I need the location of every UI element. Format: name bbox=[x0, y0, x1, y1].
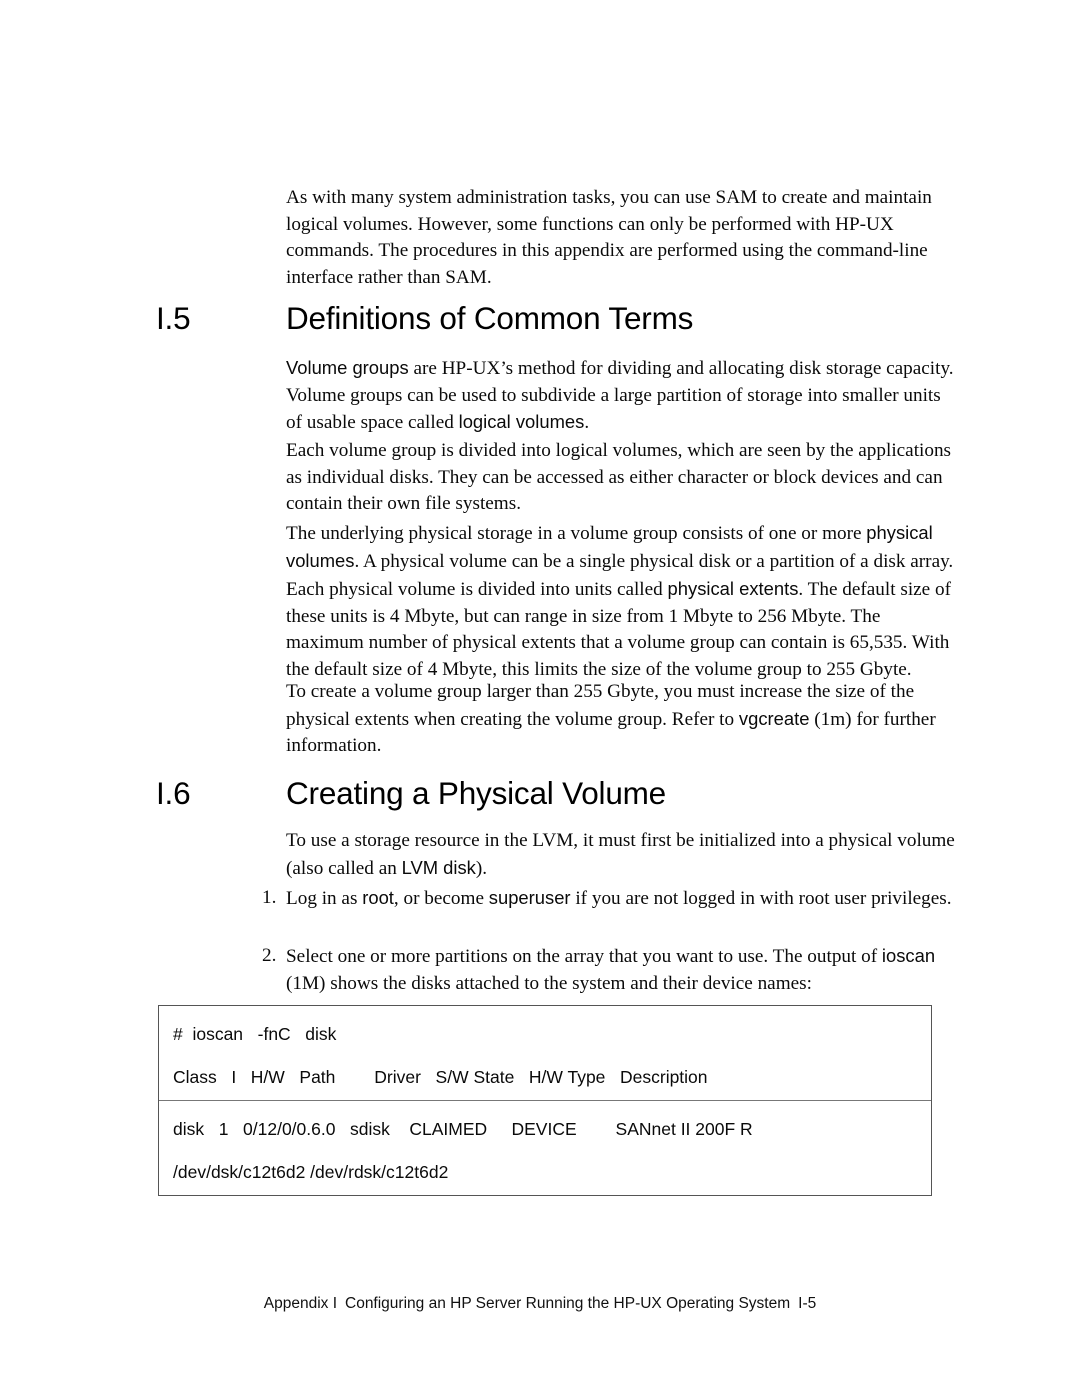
term-root: root bbox=[362, 887, 394, 908]
section-i5-paragraph-5: To create a volume group larger than 255… bbox=[286, 679, 958, 760]
terminal-path-line: /dev/dsk/c12t6d2 /dev/rdsk/c12t6d2 bbox=[173, 1162, 449, 1182]
term-superuser: superuser bbox=[488, 887, 571, 908]
footer-title: Configuring an HP Server Running the HP-… bbox=[345, 1295, 791, 1312]
section-i5-paragraph-4: Each physical volume is divided into uni… bbox=[286, 576, 958, 683]
section-i6-p1-text-2: ). bbox=[475, 857, 488, 879]
heading-section-i6: I.6 Creating a Physical Volume bbox=[156, 775, 956, 812]
command-ioscan: ioscan bbox=[881, 945, 936, 966]
terminal-command-line: # ioscan -fnC disk bbox=[173, 1024, 337, 1044]
heading-title-i5: Definitions of Common Terms bbox=[286, 300, 694, 336]
heading-title-i6: Creating a Physical Volume bbox=[286, 775, 666, 811]
terminal-output-box: # ioscan -fnC disk Class I H/W Path Driv… bbox=[158, 1005, 932, 1196]
list-item: 1. Log in as root, or become superuser i… bbox=[262, 885, 960, 913]
step2-text-2: (1M) shows the disks attached to the sys… bbox=[286, 972, 812, 994]
list-item-2-text: Select one or more partitions on the arr… bbox=[286, 943, 960, 997]
terminal-command-section: # ioscan -fnC disk Class I H/W Path Driv… bbox=[159, 1006, 931, 1100]
step2-text-1: Select one or more partitions on the arr… bbox=[286, 946, 882, 967]
step1-text-2: , or become bbox=[393, 888, 489, 909]
page-footer: Appendix I Configuring an HP Server Runni… bbox=[0, 1295, 1080, 1313]
term-lvm-disk: LVM disk bbox=[401, 856, 476, 878]
section-i5-p1-text-2: . bbox=[584, 412, 590, 434]
footer-appendix-label: Appendix I bbox=[263, 1295, 337, 1312]
list-marker-1: 1. bbox=[262, 887, 277, 908]
section-i5-p3-text-1: The underlying physical storage in a vol… bbox=[286, 523, 867, 544]
section-i5-paragraph-1: Volume groups are HP-UX’s method for div… bbox=[286, 355, 958, 437]
document-page: As with many system administration tasks… bbox=[0, 0, 1080, 1397]
command-vgcreate: vgcreate bbox=[738, 707, 810, 729]
term-logical-volumes: logical volumes bbox=[458, 411, 585, 433]
term-volume-groups: Volume groups bbox=[286, 357, 409, 378]
list-item-1-text: Log in as root, or become superuser if y… bbox=[286, 885, 960, 913]
term-physical-extents: physical extents bbox=[667, 578, 799, 599]
section-i5-paragraph-3: The underlying physical storage in a vol… bbox=[286, 520, 958, 575]
heading-number-i6: I.6 bbox=[156, 775, 191, 811]
section-i5-paragraph-2: Each volume group is divided into logica… bbox=[286, 440, 952, 515]
step1-text-3: if you are not logged in with root user … bbox=[570, 888, 952, 909]
terminal-result-section: disk 1 0/12/0/0.6.0 sdisk CLAIMED DEVICE… bbox=[159, 1101, 931, 1195]
step1-text-1: Log in as bbox=[286, 888, 363, 909]
section-i6-p1-text-1: To use a storage resource in the LVM, it… bbox=[286, 830, 955, 879]
heading-section-i5: I.5 Definitions of Common Terms bbox=[156, 300, 956, 337]
section-i5-p4-text-1: Each physical volume is divided into uni… bbox=[286, 579, 668, 600]
terminal-device-line: disk 1 0/12/0/0.6.0 sdisk CLAIMED DEVICE… bbox=[173, 1119, 753, 1139]
section-i5-p3-text-2: . A physical volume can be a single phys… bbox=[354, 550, 954, 572]
heading-number-i5: I.5 bbox=[156, 300, 191, 336]
intro-paragraph: As with many system administration tasks… bbox=[286, 187, 932, 288]
terminal-header-line: Class I H/W Path Driver S/W State H/W Ty… bbox=[173, 1067, 708, 1087]
list-item: 2. Select one or more partitions on the … bbox=[262, 943, 960, 997]
footer-page-number: I-5 bbox=[798, 1295, 817, 1312]
list-marker-2: 2. bbox=[262, 945, 277, 966]
section-i6-paragraph-1: To use a storage resource in the LVM, it… bbox=[286, 828, 958, 882]
